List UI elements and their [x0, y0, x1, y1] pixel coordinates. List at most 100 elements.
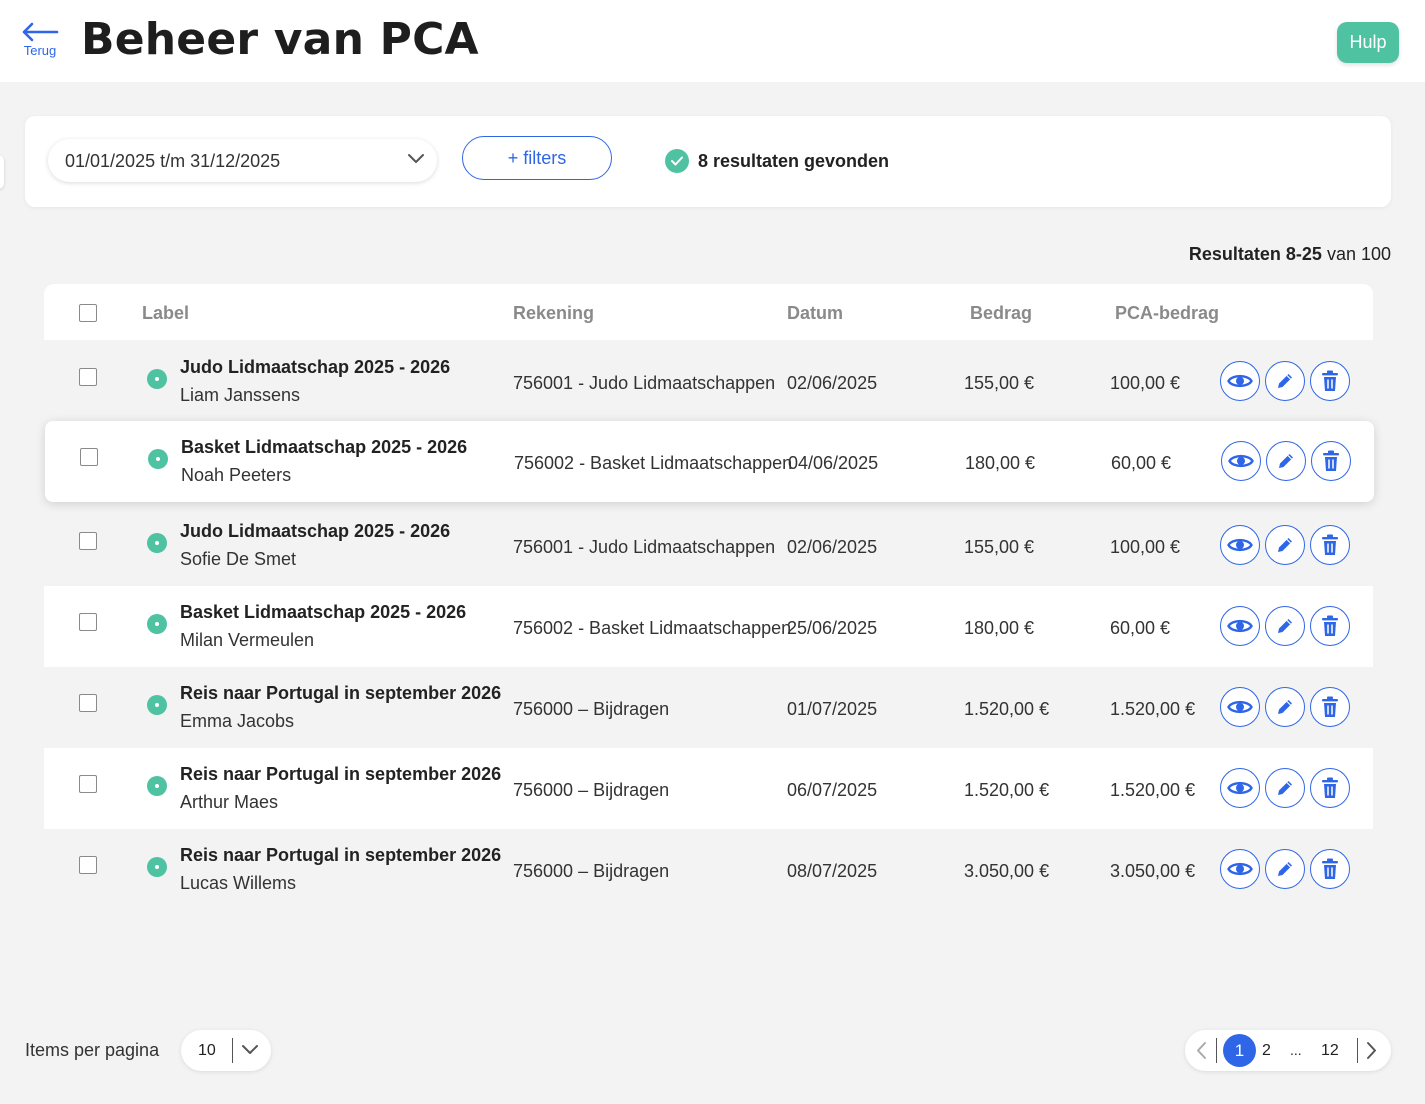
table-row[interactable]: Basket Lidmaatschap 2025 - 2026 Noah Peet… — [45, 421, 1374, 502]
row-account: 756001 - Judo Lidmaatschappen — [513, 373, 776, 393]
results-count: Resultaten 8-25 van 100 — [1189, 244, 1391, 265]
table-row[interactable]: Basket Lidmaatschap 2025 - 2026 Milan Ver… — [44, 586, 1373, 667]
delete-button[interactable] — [1310, 361, 1350, 401]
chevron-right-icon[interactable] — [1366, 1041, 1378, 1060]
row-date: 02/06/2025 — [787, 373, 878, 393]
delete-button[interactable] — [1310, 525, 1350, 565]
eye-icon — [1227, 619, 1253, 633]
row-checkbox[interactable] — [79, 856, 97, 874]
row-pca-amount: 100,00 € — [1110, 373, 1181, 393]
status-dot-icon — [148, 449, 168, 469]
row-checkbox[interactable] — [79, 368, 97, 386]
edit-button[interactable] — [1265, 768, 1305, 808]
view-button[interactable] — [1220, 606, 1260, 646]
add-filters-button[interactable]: + filters — [462, 136, 612, 180]
row-amount: 155,00 € — [964, 373, 1035, 393]
chevron-down-icon — [242, 1045, 258, 1054]
row-member-name: Arthur Maes — [180, 792, 279, 812]
table-row[interactable]: Reis naar Portugal in september 2026 Luca… — [44, 829, 1373, 910]
row-pca-amount: 1.520,00 € — [1110, 780, 1196, 800]
table-row[interactable]: Judo Lidmaatschap 2025 - 2026 Sofie De Sm… — [44, 505, 1373, 586]
row-checkbox[interactable] — [79, 613, 97, 631]
pencil-icon — [1278, 862, 1292, 876]
row-checkbox[interactable] — [79, 694, 97, 712]
edit-button[interactable] — [1265, 525, 1305, 565]
view-button[interactable] — [1221, 441, 1261, 481]
row-pca-amount: 3.050,00 € — [1110, 861, 1196, 881]
column-header-pca-amount[interactable]: PCA-bedrag — [1115, 303, 1219, 324]
pencil-icon — [1278, 619, 1292, 633]
row-checkbox[interactable] — [79, 775, 97, 793]
row-date: 02/06/2025 — [787, 537, 878, 557]
view-button[interactable] — [1220, 849, 1260, 889]
view-button[interactable] — [1220, 361, 1260, 401]
trash-icon — [1322, 615, 1338, 636]
filter-bar: 01/01/2025 t/m 31/12/2025 + filters 8 re… — [25, 116, 1391, 207]
row-account: 756000 – Bijdragen — [513, 861, 670, 881]
view-button[interactable] — [1220, 687, 1260, 727]
view-button[interactable] — [1220, 768, 1260, 808]
top-bar: Terug Beheer van PCA Hulp — [0, 0, 1425, 82]
edit-button[interactable] — [1265, 606, 1305, 646]
edit-button[interactable] — [1265, 361, 1305, 401]
page-ellipsis: ... — [1290, 1042, 1302, 1058]
date-range-select[interactable]: 01/01/2025 t/m 31/12/2025 — [48, 139, 437, 182]
divider — [1357, 1038, 1358, 1063]
back-label: Terug — [23, 43, 57, 58]
pencil-icon — [1278, 781, 1292, 795]
chevron-left-icon[interactable] — [1195, 1041, 1207, 1060]
items-per-page-select[interactable]: 10 — [181, 1030, 271, 1071]
back-button[interactable]: Terug — [20, 22, 60, 62]
row-title: Judo Lidmaatschap 2025 - 2026 — [180, 521, 451, 541]
results-range: Resultaten 8-25 — [1188, 244, 1322, 264]
trash-icon — [1322, 858, 1338, 879]
delete-button[interactable] — [1310, 849, 1350, 889]
check-icon — [665, 149, 689, 173]
table-row[interactable]: Judo Lidmaatschap 2025 - 2026 Liam Jansse… — [44, 341, 1373, 422]
edit-button[interactable] — [1265, 687, 1305, 727]
page-button-next[interactable]: 2 — [1262, 1042, 1271, 1060]
status-dot-icon — [147, 857, 167, 877]
column-header-date[interactable]: Datum — [787, 303, 843, 324]
delete-button[interactable] — [1310, 768, 1350, 808]
table-row[interactable]: Reis naar Portugal in september 2026 Arth… — [44, 748, 1373, 829]
table-row[interactable]: Reis naar Portugal in september 2026 Emma… — [44, 667, 1373, 748]
row-date: 25/06/2025 — [787, 618, 878, 638]
column-header-label[interactable]: Label — [142, 303, 189, 324]
eye-icon — [1227, 700, 1253, 714]
row-title: Basket Lidmaatschap 2025 - 2026 — [180, 602, 467, 622]
delete-button[interactable] — [1310, 606, 1350, 646]
row-pca-amount: 1.520,00 € — [1110, 699, 1196, 719]
status-dot-icon — [147, 533, 167, 553]
row-pca-amount: 60,00 € — [1110, 618, 1171, 638]
row-amount: 180,00 € — [964, 618, 1035, 638]
row-date: 08/07/2025 — [787, 861, 878, 881]
page-title: Beheer van PCA — [81, 14, 479, 65]
select-all-checkbox[interactable] — [79, 304, 97, 322]
row-member-name: Noah Peeters — [181, 465, 292, 485]
delete-button[interactable] — [1310, 687, 1350, 727]
row-member-name: Sofie De Smet — [180, 549, 297, 569]
edit-button[interactable] — [1266, 441, 1306, 481]
date-range-value: 01/01/2025 t/m 31/12/2025 — [65, 151, 281, 171]
side-panel-handle[interactable] — [0, 155, 4, 189]
row-amount: 1.520,00 € — [964, 699, 1050, 719]
row-pca-amount: 60,00 € — [1111, 453, 1172, 473]
delete-button[interactable] — [1311, 441, 1351, 481]
help-button[interactable]: Hulp — [1337, 22, 1399, 63]
column-header-amount[interactable]: Bedrag — [970, 303, 1032, 324]
eye-icon — [1227, 862, 1253, 876]
column-header-account[interactable]: Rekening — [513, 303, 594, 324]
row-checkbox[interactable] — [79, 532, 97, 550]
row-member-name: Liam Janssens — [180, 385, 301, 405]
row-title: Reis naar Portugal in september 2026 — [180, 845, 502, 865]
results-total: van 100 — [1326, 244, 1391, 264]
view-button[interactable] — [1220, 525, 1260, 565]
page-button-current[interactable]: 1 — [1223, 1034, 1256, 1067]
edit-button[interactable] — [1265, 849, 1305, 889]
pagination: 1 2 ... 12 — [1185, 1030, 1391, 1071]
page-button-last[interactable]: 12 — [1321, 1042, 1339, 1060]
trash-icon — [1322, 777, 1338, 798]
row-checkbox[interactable] — [80, 448, 98, 466]
trash-icon — [1323, 450, 1339, 471]
